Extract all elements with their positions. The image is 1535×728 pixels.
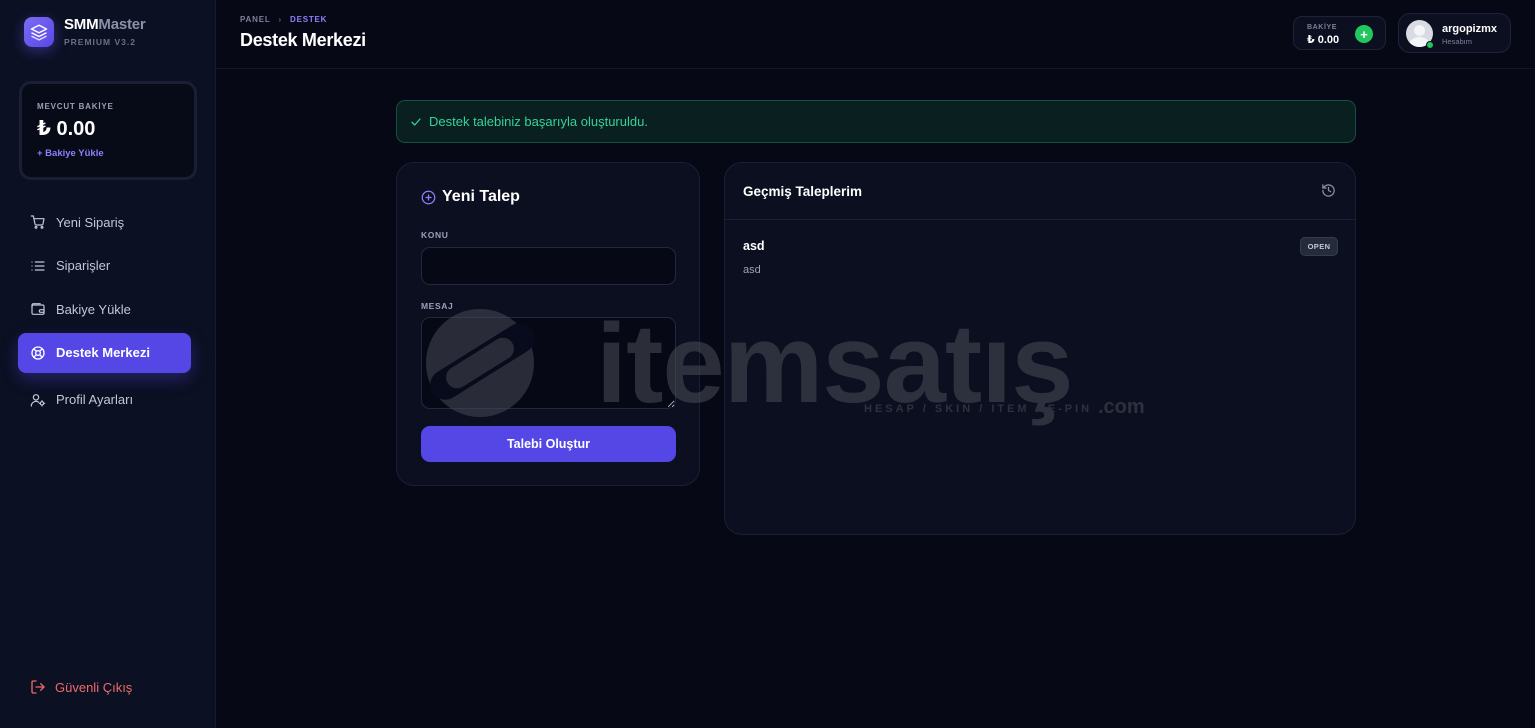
sidebar-item-label: Yeni Sipariş (56, 214, 125, 230)
history-title: Geçmiş Taleplerim (743, 184, 863, 199)
breadcrumb: PANEL › DESTEK (240, 15, 327, 24)
online-status-dot (1426, 41, 1434, 49)
sidebar-item-label: Destek Merkezi (56, 345, 150, 360)
user-settings-icon (30, 393, 46, 407)
logout-icon (31, 680, 45, 694)
ticket-history-card: Geçmiş Taleplerim asd asd OPEN (724, 162, 1356, 535)
brand-subtitle: PREMIUM V3.2 (64, 37, 136, 47)
account-menu[interactable]: argopizmx Hesabım (1398, 13, 1511, 53)
alert-text: Destek talebiniz başarıyla oluşturuldu. (429, 114, 648, 129)
logout-label: Güvenli Çıkış (55, 679, 133, 695)
sidebar: SMMMaster PREMIUM V3.2 MEVCUT BAKİYE ₺ 0… (0, 0, 216, 728)
load-balance-link[interactable]: + Bakiye Yükle (37, 148, 104, 159)
sidebar-item-profile-settings[interactable]: Profil Ayarları (18, 380, 191, 420)
sidebar-item-label: Profil Ayarları (56, 392, 134, 407)
lifebuoy-icon (31, 345, 45, 360)
status-badge: OPEN (1300, 237, 1338, 256)
header-balance: BAKİYE ₺ 0.00 + (1293, 16, 1386, 50)
breadcrumb-current: DESTEK (290, 15, 328, 24)
new-ticket-card: Yeni Talep KONU MESAJ Talebi Oluştur (396, 162, 700, 486)
account-subtitle: Hesabım (1442, 37, 1473, 46)
brand-name: SMMMaster (64, 16, 146, 33)
message-label: MESAJ (421, 301, 454, 311)
ticket-subject: asd (743, 239, 765, 253)
plus-circle-icon (421, 190, 436, 204)
sidebar-item-orders[interactable]: Siparişler (18, 246, 191, 286)
subject-label: KONU (421, 230, 449, 240)
sidebar-item-label: Bakiye Yükle (56, 301, 131, 317)
sidebar-item-support[interactable]: Destek Merkezi (18, 332, 191, 373)
balance-value: ₺ 0.00 (37, 118, 96, 140)
sidebar-item-load-balance[interactable]: Bakiye Yükle (18, 289, 191, 329)
history-icon[interactable] (1321, 183, 1336, 198)
header-balance-value: ₺ 0.00 (1307, 34, 1340, 46)
sidebar-item-new-order[interactable]: Yeni Sipariş (18, 202, 191, 242)
success-alert: Destek talebiniz başarıyla oluşturuldu. (396, 100, 1356, 143)
ticket-item[interactable]: asd asd OPEN (725, 220, 1355, 290)
sidebar-nav: Yeni Sipariş Siparişler Bakiye Yükle Des… (18, 202, 191, 423)
top-header: PANEL › DESTEK Destek Merkezi BAKİYE ₺ 0… (216, 0, 1535, 69)
sidebar-item-label: Siparişler (56, 258, 111, 273)
subject-input[interactable] (421, 247, 676, 285)
create-ticket-button[interactable]: Talebi Oluştur (421, 426, 676, 462)
breadcrumb-panel[interactable]: PANEL (240, 15, 271, 24)
brand[interactable]: SMMMaster PREMIUM V3.2 (24, 16, 146, 47)
page-title: Destek Merkezi (240, 30, 366, 50)
list-icon (31, 260, 45, 271)
header-balance-label: BAKİYE (1307, 24, 1338, 31)
new-ticket-title: Yeni Talep (421, 188, 520, 206)
chevron-right-icon: › (278, 15, 282, 24)
message-textarea[interactable] (421, 317, 676, 409)
logout-button[interactable]: Güvenli Çıkış (30, 679, 132, 695)
check-icon (411, 117, 421, 126)
account-name: argopizmx (1442, 23, 1498, 35)
ticket-message: asd (743, 264, 761, 276)
balance-card: MEVCUT BAKİYE ₺ 0.00 + Bakiye Yükle (19, 81, 197, 180)
cart-icon (30, 215, 45, 229)
wallet-icon (31, 303, 45, 315)
history-header: Geçmiş Taleplerim (725, 163, 1355, 220)
balance-label: MEVCUT BAKİYE (37, 102, 114, 111)
layers-icon (24, 16, 54, 47)
add-balance-button[interactable]: + (1355, 25, 1373, 43)
